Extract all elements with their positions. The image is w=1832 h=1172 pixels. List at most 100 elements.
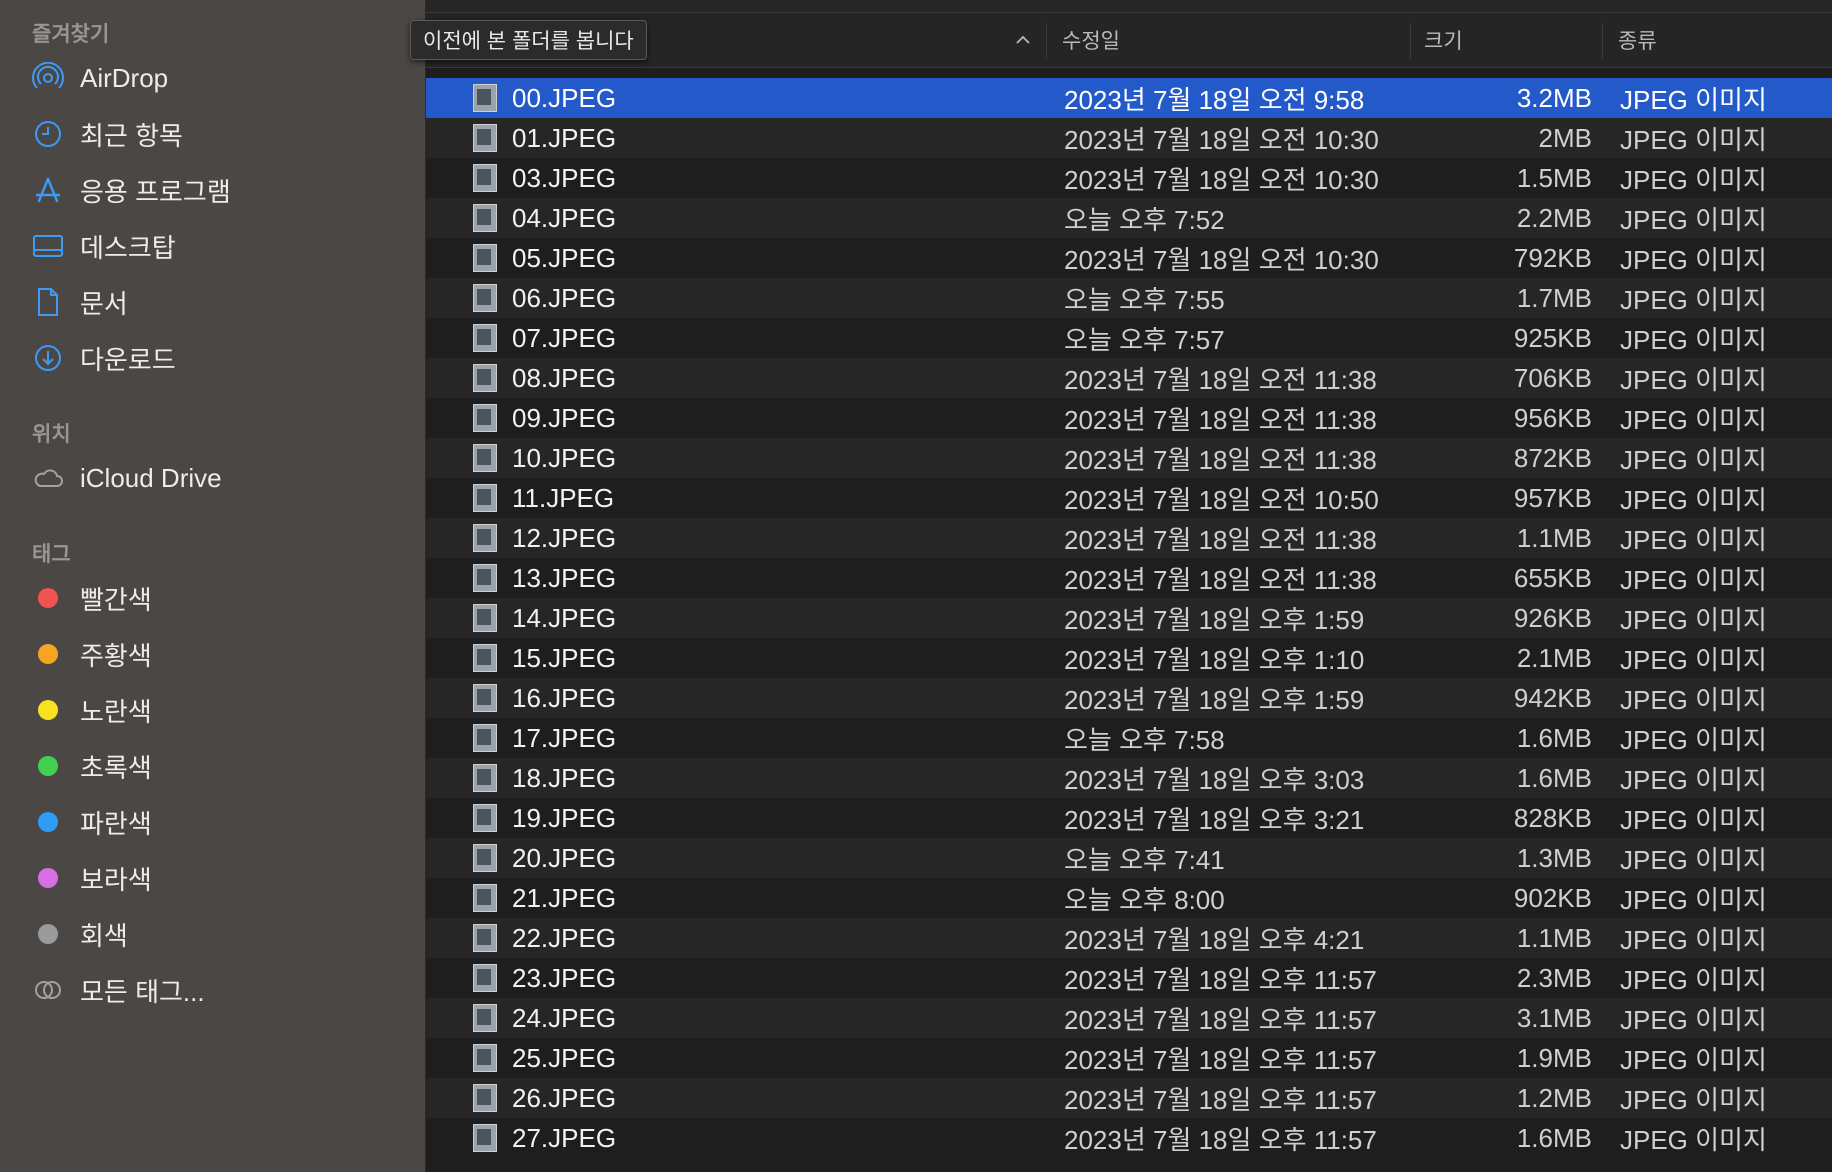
file-kind: JPEG 이미지: [1620, 1124, 1767, 1155]
column-divider[interactable]: [1046, 23, 1047, 59]
file-row[interactable]: 13.JPEG 2023년 7월 18일 오전 11:38 655KB JPEG 이미…: [426, 558, 1832, 598]
file-row[interactable]: 12.JPEG 2023년 7월 18일 오전 11:38 1.1MB JPEG 이미…: [426, 518, 1832, 558]
file-kind: JPEG 이미지: [1620, 324, 1767, 355]
file-row[interactable]: 27.JPEG 2023년 7월 18일 오후 11:57 1.6MB JPEG 이미…: [426, 1118, 1832, 1158]
sidebar-item-label: 응용 프로그램: [80, 176, 231, 207]
tag-orange[interactable]: 주황색: [30, 632, 410, 676]
red-tag-dot-icon: [30, 580, 66, 616]
download-icon: [30, 340, 66, 376]
file-name: 25.JPEG: [512, 1042, 617, 1073]
image-thumbnail-icon: [470, 478, 500, 518]
tag-green[interactable]: 초록색: [30, 744, 410, 788]
column-header-size[interactable]: 크기: [1424, 13, 1463, 67]
file-row[interactable]: 11.JPEG 2023년 7월 18일 오전 10:50 957KB JPEG 이미…: [426, 478, 1832, 518]
file-kind: JPEG 이미지: [1620, 284, 1767, 315]
file-size: 2.3MB: [1516, 962, 1592, 993]
sidebar-item-applications[interactable]: 응용 프로그램: [30, 168, 410, 212]
tag-label: 주황색: [80, 640, 152, 671]
orange-tag-dot-icon: [30, 636, 66, 672]
tag-gray[interactable]: 회색: [30, 912, 410, 956]
file-name: 17.JPEG: [512, 722, 617, 753]
file-row[interactable]: 15.JPEG 2023년 7월 18일 오후 1:10 2.1MB JPEG 이미지: [426, 638, 1832, 678]
file-row[interactable]: 20.JPEG 오늘 오후 7:41 1.3MB JPEG 이미지: [426, 838, 1832, 878]
file-kind: JPEG 이미지: [1620, 804, 1767, 835]
file-row[interactable]: 21.JPEG 오늘 오후 8:00 902KB JPEG 이미지: [426, 878, 1832, 918]
column-divider[interactable]: [1410, 23, 1411, 59]
file-row[interactable]: 25.JPEG 2023년 7월 18일 오후 11:57 1.9MB JPEG 이미…: [426, 1038, 1832, 1078]
file-modified-date: 2023년 7월 18일 오전 11:38: [1064, 404, 1377, 435]
file-row[interactable]: 00.JPEG 2023년 7월 18일 오전 9:58 3.2MB JPEG 이미지: [426, 78, 1832, 118]
tag-all-tags[interactable]: 모든 태그...: [30, 968, 410, 1012]
file-kind: JPEG 이미지: [1620, 404, 1767, 435]
sort-ascending-icon[interactable]: [1006, 13, 1040, 67]
column-divider[interactable]: [1602, 23, 1603, 59]
image-thumbnail-icon: [470, 998, 500, 1038]
file-row[interactable]: 05.JPEG 2023년 7월 18일 오전 10:30 792KB JPEG 이미…: [426, 238, 1832, 278]
file-modified-date: 오늘 오후 7:41: [1064, 844, 1225, 875]
file-row[interactable]: 22.JPEG 2023년 7월 18일 오후 4:21 1.1MB JPEG 이미지: [426, 918, 1832, 958]
green-tag-dot-icon: [30, 748, 66, 784]
file-row[interactable]: 09.JPEG 2023년 7월 18일 오전 11:38 956KB JPEG 이미…: [426, 398, 1832, 438]
file-kind: JPEG 이미지: [1620, 884, 1767, 915]
file-modified-date: 2023년 7월 18일 오후 4:21: [1064, 924, 1365, 955]
file-row[interactable]: 24.JPEG 2023년 7월 18일 오후 11:57 3.1MB JPEG 이미…: [426, 998, 1832, 1038]
file-row[interactable]: 03.JPEG 2023년 7월 18일 오전 10:30 1.5MB JPEG 이미…: [426, 158, 1832, 198]
cloud-icon: [30, 460, 66, 496]
file-name: 19.JPEG: [512, 802, 617, 833]
tag-label: 보라색: [80, 864, 152, 895]
file-row[interactable]: 19.JPEG 2023년 7월 18일 오후 3:21 828KB JPEG 이미지: [426, 798, 1832, 838]
file-row[interactable]: 26.JPEG 2023년 7월 18일 오후 11:57 1.2MB JPEG 이미…: [426, 1078, 1832, 1118]
image-thumbnail-icon: [470, 198, 500, 238]
file-name: 10.JPEG: [512, 442, 617, 473]
file-kind: JPEG 이미지: [1620, 484, 1767, 515]
sidebar-item-label: 데스크탑: [80, 232, 176, 263]
file-row[interactable]: 14.JPEG 2023년 7월 18일 오후 1:59 926KB JPEG 이미지: [426, 598, 1832, 638]
file-row[interactable]: 06.JPEG 오늘 오후 7:55 1.7MB JPEG 이미지: [426, 278, 1832, 318]
file-list-view: 수정일 크기 종류 00.JPEG 2023년 7월 18일 오전 9:58 3.2…: [426, 0, 1832, 1172]
file-row[interactable]: 01.JPEG 2023년 7월 18일 오전 10:30 2MB JPEG 이미지: [426, 118, 1832, 158]
file-row[interactable]: 10.JPEG 2023년 7월 18일 오전 11:38 872KB JPEG 이미…: [426, 438, 1832, 478]
file-name: 23.JPEG: [512, 962, 617, 993]
file-row[interactable]: 07.JPEG 오늘 오후 7:57 925KB JPEG 이미지: [426, 318, 1832, 358]
tag-yellow[interactable]: 노란색: [30, 688, 410, 732]
file-name: 09.JPEG: [512, 402, 617, 433]
blue-tag-dot-icon: [30, 804, 66, 840]
file-row[interactable]: 04.JPEG 오늘 오후 7:52 2.2MB JPEG 이미지: [426, 198, 1832, 238]
tag-label: 회색: [80, 920, 128, 951]
file-row[interactable]: 18.JPEG 2023년 7월 18일 오후 3:03 1.6MB JPEG 이미지: [426, 758, 1832, 798]
file-size: 1.9MB: [1516, 1042, 1592, 1073]
file-row[interactable]: 08.JPEG 2023년 7월 18일 오전 11:38 706KB JPEG 이미…: [426, 358, 1832, 398]
file-name: 12.JPEG: [512, 522, 617, 553]
tag-blue[interactable]: 파란색: [30, 800, 410, 844]
tags-section-title: 태그: [32, 543, 71, 566]
sidebar-item-icloud-drive[interactable]: iCloud Drive: [30, 456, 410, 500]
file-kind: JPEG 이미지: [1620, 844, 1767, 875]
file-name: 00.JPEG: [512, 82, 617, 113]
sidebar-item-airdrop[interactable]: AirDrop: [30, 56, 410, 100]
tag-red[interactable]: 빨간색: [30, 576, 410, 620]
column-header-kind[interactable]: 종류: [1618, 13, 1657, 67]
file-name: 11.JPEG: [512, 482, 615, 513]
file-modified-date: 2023년 7월 18일 오후 1:10: [1064, 644, 1365, 675]
sidebar-item-label: iCloud Drive: [80, 462, 222, 493]
file-row[interactable]: 16.JPEG 2023년 7월 18일 오후 1:59 942KB JPEG 이미지: [426, 678, 1832, 718]
sidebar-item-desktop[interactable]: 데스크탑: [30, 224, 410, 268]
tag-purple[interactable]: 보라색: [30, 856, 410, 900]
file-kind: JPEG 이미지: [1620, 964, 1767, 995]
sidebar-item-recents[interactable]: 최근 항목: [30, 112, 410, 156]
file-row[interactable]: 23.JPEG 2023년 7월 18일 오후 11:57 2.3MB JPEG 이미…: [426, 958, 1832, 998]
file-row[interactable]: 17.JPEG 오늘 오후 7:58 1.6MB JPEG 이미지: [426, 718, 1832, 758]
image-thumbnail-icon: [470, 638, 500, 678]
sidebar-item-documents[interactable]: 문서: [30, 280, 410, 324]
sidebar-item-downloads[interactable]: 다운로드: [30, 336, 410, 380]
file-name: 07.JPEG: [512, 322, 617, 353]
file-modified-date: 2023년 7월 18일 오전 11:38: [1064, 564, 1377, 595]
file-modified-date: 2023년 7월 18일 오후 11:57: [1064, 1084, 1377, 1115]
document-icon: [30, 284, 66, 320]
file-name: 24.JPEG: [512, 1002, 617, 1033]
image-thumbnail-icon: [470, 758, 500, 798]
image-thumbnail-icon: [470, 878, 500, 918]
column-header-date[interactable]: 수정일: [1062, 13, 1120, 67]
image-thumbnail-icon: [470, 358, 500, 398]
file-rows: 00.JPEG 2023년 7월 18일 오전 9:58 3.2MB JPEG 이미지…: [426, 78, 1832, 1158]
